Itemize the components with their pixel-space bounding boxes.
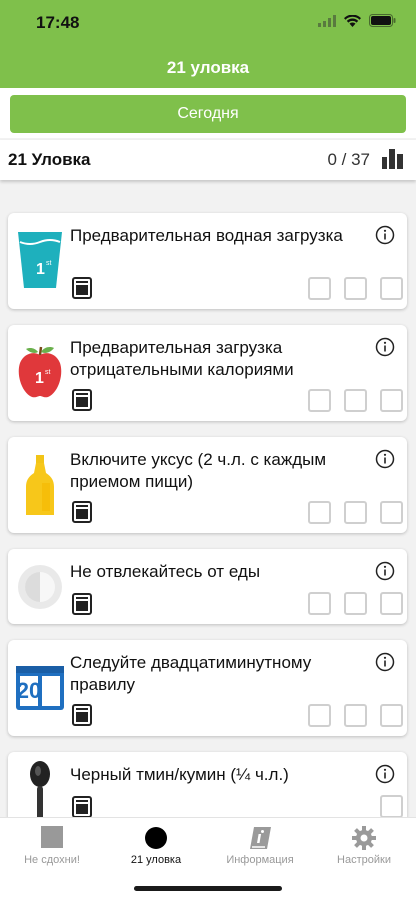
habit-title: Предварительная загрузка отрицательными … [70,338,294,379]
spoon-icon [30,761,50,820]
info-icon[interactable] [375,764,395,784]
battery-icon [369,14,396,27]
habit-title: Черный тмин/кумин (¼ ч.л.) [70,765,289,784]
tab-settings[interactable]: Настройки [312,818,416,878]
vinegar-bottle-icon [26,455,54,515]
summary-title: 21 Уловка [8,150,91,169]
twenty-badge-text: 20 [16,678,42,703]
notebook-icon[interactable] [72,704,92,726]
bar-chart-icon[interactable] [382,149,404,169]
checkbox[interactable] [380,795,403,818]
checkbox-group [308,277,403,300]
checkbox[interactable] [380,389,403,412]
checkbox-group [380,795,403,818]
tab-label: Не сдохни! [24,854,80,866]
twenty-badge: 20 [16,678,64,704]
info-book-icon [250,827,271,849]
info-icon[interactable] [375,652,395,672]
checkbox[interactable] [380,592,403,615]
tab-21-tweaks[interactable]: 21 уловка [104,818,208,878]
tab-label: Настройки [337,854,391,866]
status-icons [318,14,396,27]
checkbox[interactable] [380,501,403,524]
tab-information[interactable]: Информация [208,818,312,878]
checkbox[interactable] [308,277,331,300]
info-icon[interactable] [375,449,395,469]
habit-card[interactable]: 20 Следуйте двадцатиминутному правилу [8,640,407,736]
checkbox[interactable] [344,501,367,524]
tab-dont-die[interactable]: Не сдохни! [0,818,104,878]
circle-icon [145,827,167,849]
notebook-icon[interactable] [72,796,92,818]
summary-bar: 21 Уловка 0 / 37 [0,140,416,180]
habit-card[interactable]: 1 st Предварительная водная загрузка [8,213,407,309]
habit-title: Следуйте двадцатиминутному правилу [70,653,312,694]
apple-icon: 1 st [18,346,62,398]
page-title: 21 уловка [166,58,250,77]
checkbox-group [308,389,403,412]
svg-text:st: st [46,260,52,267]
plate-icon [18,565,62,609]
checkbox-group [308,501,403,524]
today-bar: Сегодня [0,88,416,138]
tab-label: Информация [226,854,294,866]
checkbox-group [308,592,403,615]
habit-card[interactable]: Не отвлекайтесь от еды [8,549,407,624]
checkbox[interactable] [344,277,367,300]
habit-title: Не отвлекайтесь от еды [70,562,261,581]
info-icon[interactable] [375,225,395,245]
tab-label: 21 уловка [130,854,182,866]
checkbox[interactable] [308,592,331,615]
checkbox[interactable] [344,592,367,615]
wifi-icon [344,14,361,27]
checkbox[interactable] [344,389,367,412]
notebook-icon[interactable] [72,593,92,615]
square-icon [41,826,63,848]
habit-card[interactable]: 1 st Предварительная загрузка отрицатель… [8,325,407,421]
checkbox[interactable] [308,704,331,727]
checkbox[interactable] [344,704,367,727]
checkbox-group [308,704,403,727]
checkbox[interactable] [380,277,403,300]
info-icon[interactable] [375,337,395,357]
water-glass-icon: 1 st [18,232,62,288]
habit-title: Предварительная водная загрузка [70,226,343,245]
info-icon[interactable] [375,561,395,581]
checkbox[interactable] [380,704,403,727]
notebook-icon[interactable] [72,277,92,299]
signal-icon [318,14,336,27]
habit-title: Включите уксус (2 ч.л. с каждым приемом … [70,450,327,491]
header: 17:48 21 уловка [0,0,416,88]
notebook-icon[interactable] [72,389,92,411]
summary-count: 0 / 37 [327,150,370,169]
checkbox[interactable] [308,501,331,524]
svg-text:st: st [45,369,51,376]
habit-card[interactable]: Включите уксус (2 ч.л. с каждым приемом … [8,437,407,533]
checkbox[interactable] [308,389,331,412]
notebook-icon[interactable] [72,501,92,523]
svg-text:1: 1 [36,261,45,278]
svg-text:1: 1 [35,370,44,387]
habit-card[interactable]: Черный тмин/кумин (¼ ч.л.) [8,752,407,827]
home-indicator [134,886,282,891]
status-time: 17:48 [36,13,80,32]
gear-icon [352,826,376,850]
today-button[interactable]: Сегодня [10,95,406,133]
